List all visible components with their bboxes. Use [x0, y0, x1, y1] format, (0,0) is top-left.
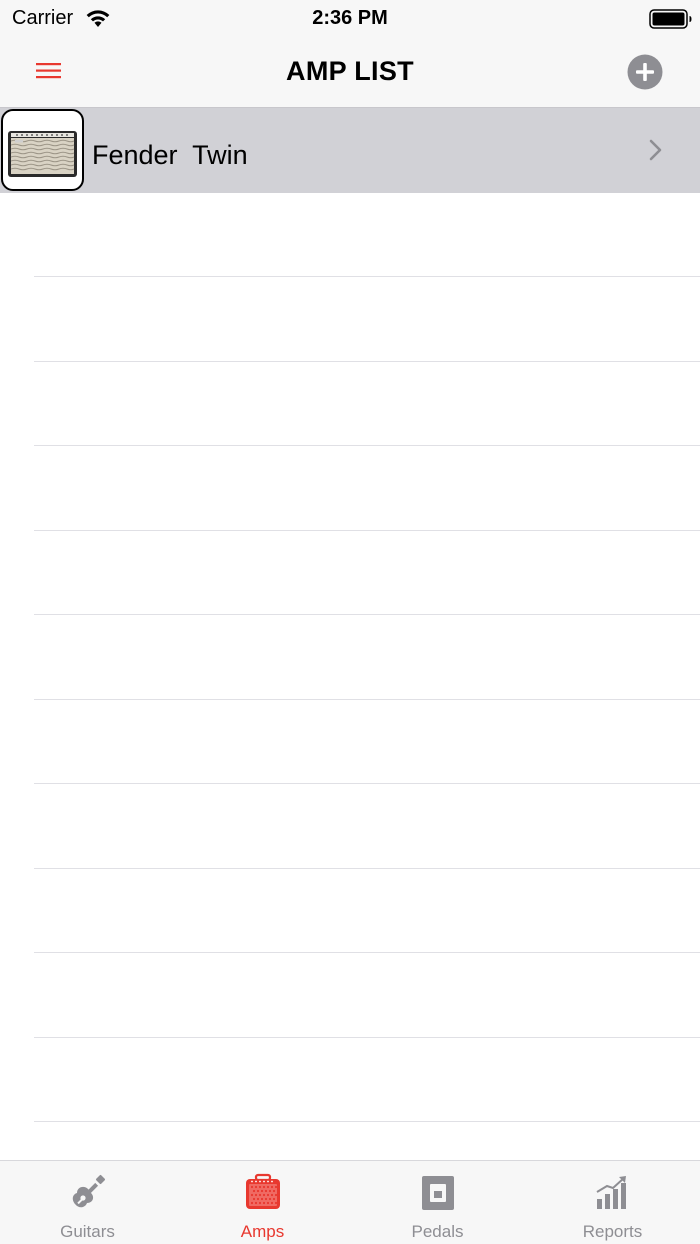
add-amp-button[interactable]: [626, 53, 664, 91]
tab-label: Reports: [582, 1222, 643, 1241]
battery-icon: [649, 9, 693, 34]
empty-row: [0, 1122, 700, 1160]
chevron-right-icon: [648, 138, 664, 167]
empty-row: [0, 277, 700, 362]
amp-thumbnail-image: [1, 109, 84, 191]
tab-label: Guitars: [60, 1222, 115, 1241]
reports-chart-icon: [593, 1173, 633, 1213]
page-title: AMP LIST: [286, 56, 414, 86]
empty-row: [0, 193, 700, 277]
empty-row: [0, 784, 700, 869]
amp-name: Fender Twin: [92, 140, 248, 170]
tab-label: Amps: [240, 1222, 285, 1241]
amp-list: Fender Twin: [0, 108, 700, 1160]
tab-bar: Guitars Amps Pedals Reports: [0, 1160, 700, 1244]
empty-row: [0, 700, 700, 784]
empty-row: [0, 953, 700, 1038]
empty-row: [0, 362, 700, 446]
pedal-icon: [418, 1173, 458, 1213]
amp-icon: [243, 1173, 283, 1213]
empty-row: [0, 531, 700, 615]
tab-guitars[interactable]: Guitars: [0, 1161, 175, 1244]
status-time: 2:36 PM: [312, 7, 388, 29]
guitar-icon: [68, 1173, 108, 1213]
status-bar: Carrier 2:36 PM: [0, 0, 700, 40]
amp-row-fender-twin[interactable]: Fender Twin: [0, 108, 700, 193]
empty-row: [0, 446, 700, 531]
tab-amps[interactable]: Amps: [175, 1161, 350, 1244]
tab-reports[interactable]: Reports: [525, 1161, 700, 1244]
tab-pedals[interactable]: Pedals: [350, 1161, 525, 1244]
empty-row: [0, 869, 700, 953]
tab-label: Pedals: [411, 1222, 464, 1241]
navigation-bar: AMP LIST: [0, 40, 700, 108]
empty-row: [0, 1038, 700, 1122]
empty-row: [0, 615, 700, 700]
add-circle-icon: [626, 54, 664, 95]
